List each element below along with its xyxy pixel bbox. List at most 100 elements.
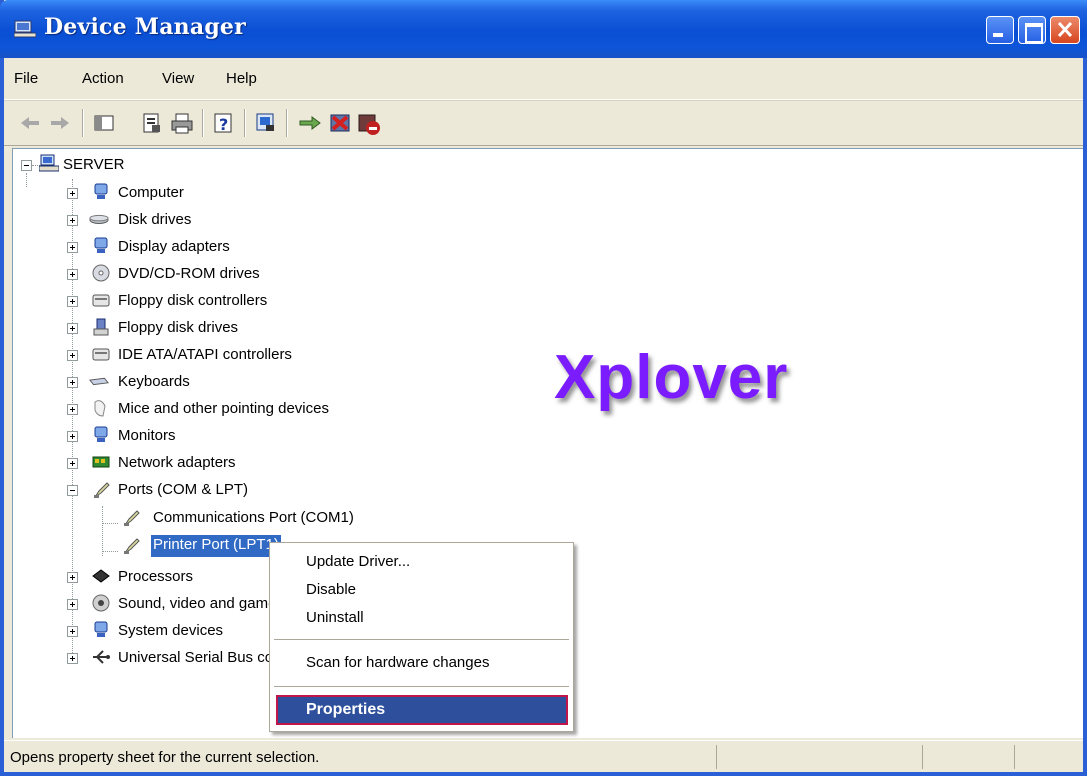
system-device-icon [94, 621, 108, 637]
mouse-icon [94, 400, 106, 417]
status-panel [1014, 745, 1015, 769]
scan-hardware-icon[interactable] [252, 109, 280, 137]
menu-item-uninstall[interactable]: Uninstall [306, 609, 364, 626]
minimize-button[interactable] [986, 16, 1014, 44]
tree-item-label: Disk drives [118, 211, 192, 228]
close-icon [1057, 21, 1073, 38]
menu-item-disable[interactable]: Disable [306, 581, 356, 598]
floppy-controller-icon [92, 294, 110, 307]
svg-text:?: ? [219, 115, 228, 134]
expand-toggle[interactable] [67, 626, 78, 637]
tree-connector [102, 523, 118, 524]
menu-help[interactable]: Help [226, 70, 257, 87]
expand-toggle[interactable] [67, 404, 78, 415]
port-icon [124, 510, 140, 526]
tree-item-label: Monitors [118, 427, 176, 444]
monitor-icon [94, 426, 108, 442]
toolbar-separator [286, 109, 288, 137]
tree-item-label: Keyboards [118, 373, 190, 390]
expand-toggle[interactable] [67, 377, 78, 388]
tree-item-label: Communications Port (COM1) [153, 509, 354, 526]
ide-controller-icon [92, 348, 110, 361]
expand-toggle[interactable] [67, 188, 78, 199]
status-text: Opens property sheet for the current sel… [10, 749, 320, 766]
forward-arrow-icon[interactable] [46, 109, 74, 137]
tree-item-label: System devices [118, 622, 224, 639]
toolbar-separator [82, 109, 84, 137]
tree-item-label: Floppy disk controllers [118, 292, 268, 309]
back-arrow-icon[interactable] [16, 109, 44, 137]
root-collapse-toggle[interactable] [21, 160, 32, 171]
computer-icon [94, 183, 108, 199]
network-adapter-icon [92, 456, 110, 468]
expand-toggle[interactable] [67, 323, 78, 334]
xplover-watermark: Xplover [554, 343, 789, 412]
expand-toggle[interactable] [67, 296, 78, 307]
uninstall-icon[interactable] [326, 109, 354, 137]
tree-item-label: Network adapters [118, 454, 236, 471]
keyboard-icon [89, 377, 109, 386]
usb-icon [93, 650, 110, 664]
tree-item-label: Mice and other pointing devices [118, 400, 329, 417]
tree-connector [26, 173, 27, 187]
tree-connector [102, 551, 118, 552]
close-button[interactable] [1050, 16, 1080, 44]
server-icon [39, 154, 59, 172]
cdrom-icon [92, 264, 110, 282]
status-panel [922, 745, 923, 769]
toolbar: ? [4, 100, 1083, 146]
expand-toggle[interactable] [67, 350, 78, 361]
context-menu: Update Driver... Disable Uninstall Scan … [269, 542, 574, 732]
tree-item-label: Printer Port (LPT1) [151, 535, 281, 557]
print-icon[interactable] [168, 109, 196, 137]
processor-icon [92, 569, 110, 583]
floppy-drive-icon [93, 318, 109, 336]
port-icon [94, 482, 110, 498]
tree-item-label: Processors [118, 568, 194, 585]
device-manager-window: Device Manager File Action View Help ? S… [0, 0, 1087, 776]
expand-toggle[interactable] [67, 431, 78, 442]
expand-toggle[interactable] [67, 458, 78, 469]
expand-toggle[interactable] [67, 599, 78, 610]
status-bar: Opens property sheet for the current sel… [4, 740, 1083, 772]
menu-bar: File Action View Help [4, 58, 1083, 100]
expand-toggle[interactable] [67, 215, 78, 226]
toolbar-separator [202, 109, 204, 137]
expand-toggle[interactable] [67, 653, 78, 664]
title-bar[interactable]: Device Manager [0, 0, 1087, 58]
menu-item-update-driver[interactable]: Update Driver... [306, 553, 410, 570]
expand-toggle[interactable] [67, 242, 78, 253]
device-manager-icon [14, 20, 36, 38]
menu-separator [274, 686, 569, 687]
menu-action[interactable]: Action [82, 70, 124, 87]
window-title: Device Manager [44, 14, 246, 40]
tree-root-server[interactable]: SERVER [63, 156, 124, 173]
show-hide-console-tree-icon[interactable] [90, 109, 118, 137]
maximize-button[interactable] [1018, 16, 1046, 44]
help-icon[interactable]: ? [210, 109, 238, 137]
tree-item-label: Display adapters [118, 238, 230, 255]
menu-separator [274, 639, 569, 640]
disk-drive-icon [89, 214, 109, 224]
tree-item-label: Ports (COM & LPT) [118, 481, 249, 498]
port-icon [124, 538, 140, 554]
menu-view[interactable]: View [162, 70, 194, 87]
status-panel [716, 745, 717, 769]
properties-icon[interactable] [138, 109, 166, 137]
tree-connector [102, 506, 103, 556]
menu-item-scan-hardware[interactable]: Scan for hardware changes [306, 654, 489, 671]
update-driver-icon[interactable] [296, 109, 324, 137]
expand-toggle[interactable] [67, 572, 78, 583]
disable-icon[interactable] [354, 109, 382, 137]
display-adapter-icon [94, 237, 108, 253]
tree-item-label: IDE ATA/ATAPI controllers [118, 346, 292, 363]
toolbar-separator [244, 109, 246, 137]
tree-item-label: Computer [118, 184, 184, 201]
collapse-toggle[interactable] [67, 485, 78, 496]
menu-file[interactable]: File [14, 70, 38, 87]
sound-icon [92, 594, 110, 612]
tree-item-label: DVD/CD-ROM drives [118, 265, 260, 282]
expand-toggle[interactable] [67, 269, 78, 280]
menu-item-properties[interactable]: Properties [276, 695, 568, 725]
tree-item-label: Floppy disk drives [118, 319, 239, 336]
